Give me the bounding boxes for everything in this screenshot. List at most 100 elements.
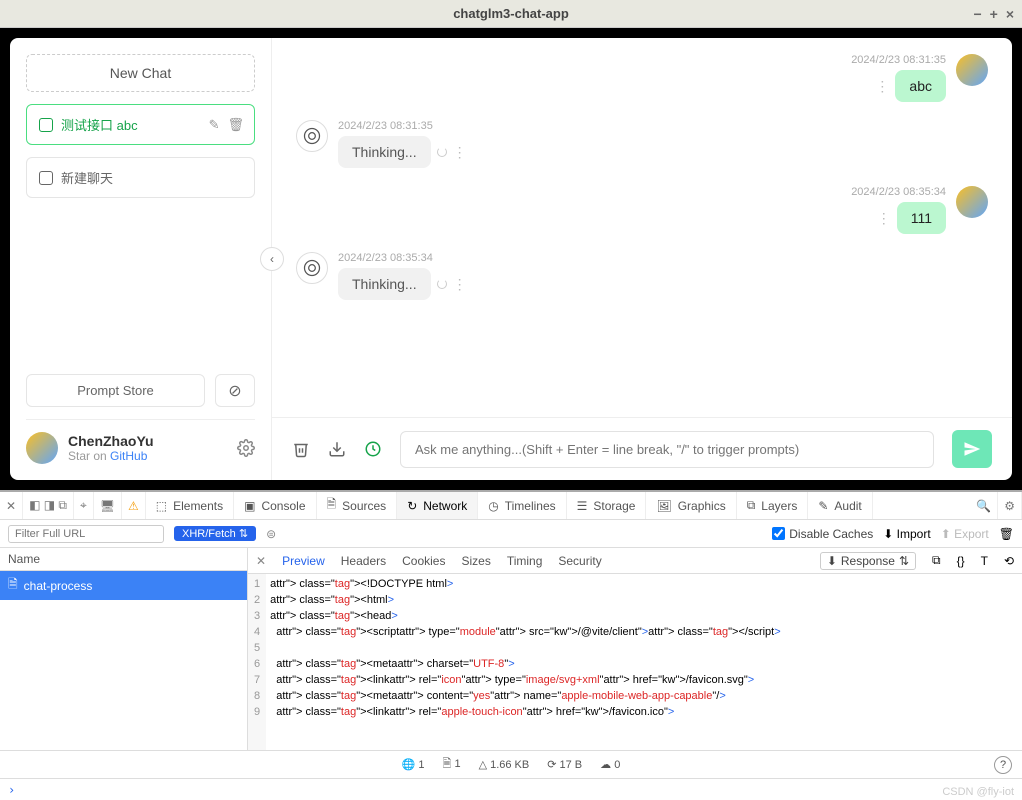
bot-avatar <box>296 120 328 152</box>
timing-tab[interactable]: Timing <box>507 554 543 568</box>
message-user: 2024/2/23 08:35:34 ⋮ 111 <box>296 186 988 234</box>
edit-icon[interactable]: ✎ <box>209 117 220 133</box>
close-icon[interactable]: × <box>1006 6 1014 22</box>
devtools: ✕ ◧ ◨ ⧉ ⌖ 🖥 ⚠ ⬚ Elements ▣ Console 🗎 Sou… <box>0 490 1022 800</box>
chat-main: 2024/2/23 08:31:35 ⋮ abc 2024/2/23 08:31:… <box>272 38 1012 480</box>
help-icon[interactable]: ? <box>994 756 1012 774</box>
message-time: 2024/2/23 08:31:35 <box>851 54 946 66</box>
sources-tab[interactable]: 🗎 Sources <box>317 492 398 519</box>
request-row[interactable]: 🗎 chat-process <box>0 571 247 600</box>
copy-icon[interactable]: ⧉ <box>932 553 941 568</box>
target-icon[interactable]: ⌖ <box>74 492 94 519</box>
console-prompt[interactable]: › <box>0 778 1022 800</box>
warning-icon[interactable]: ⚠ <box>122 492 146 519</box>
chat-item-label: 新建聊天 <box>61 168 113 187</box>
message-menu-icon[interactable]: ⋮ <box>875 78 889 95</box>
error-count: ☁ 0 <box>600 758 620 771</box>
avatar <box>956 186 988 218</box>
storage-tab[interactable]: ☰ Storage <box>567 492 647 519</box>
transfer-size: △ 1.66 KB <box>479 758 530 771</box>
timelines-tab[interactable]: ◷ Timelines <box>478 492 566 519</box>
docs-count: 🗎 1 <box>443 755 461 774</box>
new-chat-button[interactable]: New Chat <box>26 54 255 92</box>
github-link[interactable]: GitHub <box>110 449 147 463</box>
watermark: CSDN @fly-iot <box>942 786 1014 798</box>
braces-icon[interactable]: {} <box>957 554 965 568</box>
window-title: chatglm3-chat-app <box>453 6 569 21</box>
message-bubble: Thinking... <box>338 136 431 168</box>
devtools-toolbar: ✕ ◧ ◨ ⧉ ⌖ 🖥 ⚠ ⬚ Elements ▣ Console 🗎 Sou… <box>0 492 1022 520</box>
audit-tab[interactable]: ✎ Audit <box>808 492 872 519</box>
chat-icon <box>39 171 53 185</box>
user-sub: Star on GitHub <box>68 449 227 463</box>
response-time: ⟳ 17 B <box>547 758 582 771</box>
preview-tab[interactable]: Preview <box>282 554 325 568</box>
sidebar-item-active[interactable]: 测试接口 abc ✎ 🗑 <box>26 104 255 145</box>
history-icon[interactable] <box>364 440 382 458</box>
import-button[interactable]: ⬇ Import <box>883 527 930 541</box>
message-time: 2024/2/23 08:35:34 <box>851 186 946 198</box>
requests-count: 🌐 1 <box>402 758 425 771</box>
spinner-icon <box>437 279 447 289</box>
cookies-tab[interactable]: Cookies <box>402 554 445 568</box>
chat-icon <box>39 118 53 132</box>
device-icon[interactable]: 🖥 <box>94 492 122 519</box>
message-bot: 2024/2/23 08:35:34 Thinking... ⋮ <box>296 252 988 300</box>
settings-icon[interactable]: ⚙ <box>998 492 1022 519</box>
message-bubble: Thinking... <box>338 268 431 300</box>
message-menu-icon[interactable]: ⋮ <box>453 144 467 161</box>
delete-icon[interactable]: 🗑 <box>227 117 244 133</box>
message-bubble: abc <box>895 70 946 102</box>
send-button[interactable] <box>952 430 992 468</box>
response-selector[interactable]: ⬇ Response ⇅ <box>820 552 916 570</box>
xhr-filter-pill[interactable]: XHR/Fetch ⇅ <box>174 526 256 541</box>
network-tab[interactable]: ↻ Network <box>397 492 478 519</box>
sidebar: New Chat 测试接口 abc ✎ 🗑 新建聊天 Prompt Store <box>10 38 272 480</box>
messages: 2024/2/23 08:31:35 ⋮ abc 2024/2/23 08:31:… <box>272 38 1012 417</box>
group-icon[interactable]: ⊜ <box>266 527 276 541</box>
text-icon[interactable]: T <box>981 554 988 568</box>
export-button[interactable]: ⬆ Export <box>941 527 989 541</box>
devtools-status-bar: 🌐 1 🗎 1 △ 1.66 KB ⟳ 17 B ☁ 0 ? <box>0 750 1022 778</box>
layers-tab[interactable]: ⧉ Layers <box>737 492 809 519</box>
headers-tab[interactable]: Headers <box>341 554 386 568</box>
chat-item-label: 测试接口 abc <box>61 115 138 134</box>
trash-icon[interactable] <box>292 440 310 458</box>
message-menu-icon[interactable]: ⋮ <box>877 210 891 227</box>
user-name: ChenZhaoYu <box>68 433 227 449</box>
name-column-header[interactable]: Name <box>0 548 247 571</box>
trash-icon[interactable]: 🗑 <box>999 527 1014 541</box>
message-time: 2024/2/23 08:35:34 <box>338 252 467 264</box>
message-bot: 2024/2/23 08:31:35 Thinking... ⋮ <box>296 120 988 168</box>
disable-caches-checkbox[interactable]: Disable Caches <box>772 527 873 541</box>
graphics-tab[interactable]: 🖼 Graphics <box>646 492 736 519</box>
wrap-icon[interactable]: ⟲ <box>1004 554 1014 568</box>
close-preview-icon[interactable]: ✕ <box>256 554 266 568</box>
maximize-icon[interactable]: + <box>990 6 998 22</box>
minimize-icon[interactable]: − <box>973 6 981 22</box>
message-menu-icon[interactable]: ⋮ <box>453 276 467 293</box>
gear-icon[interactable] <box>237 439 255 457</box>
console-tab[interactable]: ▣ Console <box>234 492 316 519</box>
response-preview: 123456789 attr"> class="tag"><!DOCTYPE h… <box>248 574 1022 750</box>
clear-button[interactable]: ⊘ <box>215 374 255 407</box>
security-tab[interactable]: Security <box>558 554 601 568</box>
message-time: 2024/2/23 08:31:35 <box>338 120 467 132</box>
message-bubble: 111 <box>897 202 946 234</box>
sidebar-item[interactable]: 新建聊天 <box>26 157 255 198</box>
filter-url-input[interactable] <box>8 525 164 543</box>
titlebar: chatglm3-chat-app − + × <box>0 0 1022 28</box>
avatar <box>26 432 58 464</box>
search-icon[interactable]: 🔍 <box>970 492 998 519</box>
avatar <box>956 54 988 86</box>
prompt-store-button[interactable]: Prompt Store <box>26 374 205 407</box>
spinner-icon <box>437 147 447 157</box>
download-icon[interactable] <box>328 440 346 458</box>
collapse-sidebar-button[interactable]: ‹ <box>260 247 284 271</box>
message-input[interactable] <box>400 431 934 468</box>
elements-tab[interactable]: ⬚ Elements <box>146 492 234 519</box>
dock-layout-icon[interactable]: ◧ ◨ ⧉ <box>23 492 74 519</box>
message-user: 2024/2/23 08:31:35 ⋮ abc <box>296 54 988 102</box>
sizes-tab[interactable]: Sizes <box>461 554 490 568</box>
close-devtools-icon[interactable]: ✕ <box>0 492 23 519</box>
